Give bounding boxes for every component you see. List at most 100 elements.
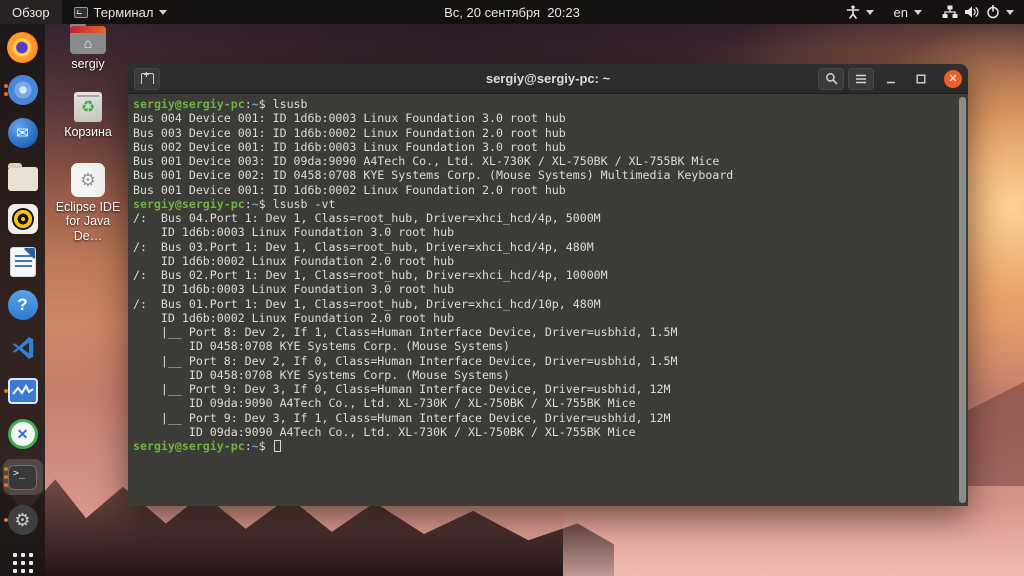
app-menu-button[interactable]: Терминал — [62, 0, 180, 24]
dock-item-settings[interactable]: ⚙ — [3, 502, 43, 538]
chevron-down-icon — [914, 9, 922, 15]
app-menu-label: Терминал — [93, 4, 154, 20]
terminal-line: ID 0458:0708 KYE Systems Corp. (Mouse Sy… — [133, 339, 510, 354]
new-tab-button[interactable] — [134, 67, 160, 90]
language-menu[interactable]: en — [884, 0, 932, 24]
running-indicator — [3, 467, 8, 487]
rhythmbox-icon — [7, 203, 39, 235]
volume-icon — [965, 6, 979, 18]
terminal-line: |__ Port 8: Dev 2, If 1, Class=Human Int… — [133, 325, 678, 339]
app-grid-icon — [7, 547, 39, 576]
dock-item-rhythmbox[interactable] — [3, 201, 43, 237]
terminal-line: Bus 001 Device 003: ID 09da:9090 A4Tech … — [133, 154, 720, 168]
terminal-line: ID 1d6b:0002 Linux Foundation 2.0 root h… — [133, 310, 455, 325]
minimize-icon — [887, 81, 895, 83]
language-label: en — [893, 4, 908, 20]
terminal-line: |__ Port 9: Dev 3, If 0, Class=Human Int… — [133, 382, 671, 396]
terminal-line: /: Bus 01.Port 1: Dev 1, Class=root_hub,… — [133, 296, 601, 311]
terminal-line: Bus 003 Device 001: ID 1d6b:0002 Linux F… — [133, 125, 566, 140]
power-icon — [987, 5, 999, 19]
dock-item-terminal[interactable]: >_ — [2, 459, 43, 495]
dock-item-x-app[interactable]: ✕ — [3, 416, 43, 452]
dock-item-help[interactable]: ? — [3, 287, 43, 323]
trash-icon: ♻ — [74, 92, 102, 122]
network-wired-icon — [942, 5, 958, 18]
activities-label: Обзор — [12, 4, 50, 20]
chevron-down-icon — [1006, 9, 1014, 15]
terminal-line: ID 1d6b:0003 Linux Foundation 3.0 root h… — [133, 225, 455, 240]
scrollbar[interactable] — [959, 97, 966, 503]
terminal-app-icon — [73, 6, 88, 18]
desktop-icon-eclipse[interactable]: ⚙ Eclipse IDE for Java De… — [50, 163, 126, 243]
files-icon — [7, 160, 39, 192]
desktop-icon-label: Корзина — [64, 125, 112, 139]
dock-item-files[interactable] — [3, 158, 43, 194]
running-indicator — [3, 518, 8, 522]
desktop: Обзор Терминал Вс, 20 сентября 20:23 en — [0, 0, 1024, 576]
terminal-line: Bus 001 Device 002: ID 0458:0708 KYE Sys… — [133, 168, 734, 183]
terminal-line: /: Bus 03.Port 1: Dev 1, Class=root_hub,… — [133, 239, 594, 254]
terminal-titlebar[interactable]: sergiy@sergiy-pc: ~ — [128, 64, 968, 94]
firefox-icon — [7, 31, 39, 63]
vscode-icon — [7, 332, 39, 364]
accessibility-menu[interactable] — [836, 0, 884, 24]
terminal-icon: >_ — [7, 461, 39, 493]
thunderbird-icon: ✉ — [7, 117, 39, 149]
terminal-window: sergiy@sergiy-pc: ~ — [128, 64, 968, 506]
maximize-button[interactable] — [908, 68, 934, 90]
terminal-line: ID 0458:0708 KYE Systems Corp. (Mouse Sy… — [133, 367, 510, 382]
gear-icon: ⚙ — [7, 504, 39, 536]
help-icon: ? — [7, 289, 39, 321]
search-icon — [825, 73, 837, 85]
dock-item-app-grid[interactable] — [3, 545, 43, 576]
terminal-line: |__ Port 9: Dev 3, If 1, Class=Human Int… — [133, 410, 671, 425]
dock-item-chromium[interactable] — [3, 72, 43, 108]
terminal-line: ID 09da:9090 A4Tech Co., Ltd. XL-730K / … — [133, 396, 636, 411]
desktop-icon-label: Eclipse IDE for Java De… — [55, 200, 121, 243]
dock-item-firefox[interactable] — [3, 29, 43, 65]
terminal-line: sergiy@sergiy-pc:~$ — [133, 439, 962, 453]
dock-item-libreoffice-writer[interactable] — [3, 244, 43, 280]
search-button[interactable] — [818, 67, 844, 90]
new-tab-icon — [140, 70, 154, 84]
dock-item-thunderbird[interactable]: ✉ — [3, 115, 43, 151]
dock-item-system-monitor[interactable] — [3, 373, 43, 409]
close-button[interactable]: ✕ — [944, 69, 962, 88]
chromium-icon — [7, 74, 39, 106]
terminal-line: Bus 004 Device 001: ID 1d6b:0003 Linux F… — [133, 111, 566, 126]
accessibility-icon — [846, 5, 859, 19]
menu-button[interactable] — [848, 67, 874, 90]
terminal-line: ID 1d6b:0003 Linux Foundation 3.0 root h… — [133, 282, 455, 297]
running-indicator — [3, 84, 8, 96]
home-folder-icon: ⌂ — [70, 23, 106, 54]
dock: ✉? ✕ >_ ⚙ — [0, 24, 45, 576]
terminal-line: ID 1d6b:0002 Linux Foundation 2.0 root h… — [133, 253, 455, 268]
terminal-line: ID 09da:9090 A4Tech Co., Ltd. XL-730K / … — [133, 424, 636, 439]
terminal-line: Bus 001 Device 001: ID 1d6b:0002 Linux F… — [133, 182, 566, 197]
terminal-content[interactable]: sergiy@sergiy-pc:~$ lsusb Bus 004 Device … — [128, 94, 968, 506]
system-monitor-icon — [7, 375, 39, 407]
terminal-line: /: Bus 02.Port 1: Dev 1, Class=root_hub,… — [133, 268, 608, 282]
system-menu[interactable] — [932, 0, 1024, 24]
dock-item-vscode[interactable] — [3, 330, 43, 366]
desktop-icon-home-folder[interactable]: ⌂ sergiy — [50, 23, 126, 71]
desktop-icon-label: sergiy — [71, 57, 105, 71]
minimize-button[interactable] — [878, 68, 904, 90]
writer-icon — [7, 246, 39, 278]
snow-patch — [563, 506, 1024, 576]
running-indicator — [3, 389, 8, 393]
top-bar: Обзор Терминал Вс, 20 сентября 20:23 en — [0, 0, 1024, 24]
chevron-down-icon — [865, 9, 874, 15]
close-icon: ✕ — [948, 73, 958, 85]
terminal-line: Bus 002 Device 001: ID 1d6b:0003 Linux F… — [133, 139, 566, 154]
terminal-line: /: Bus 04.Port 1: Dev 1, Class=root_hub,… — [133, 211, 601, 225]
eclipse-gear-icon: ⚙ — [71, 163, 105, 197]
chevron-down-icon — [159, 9, 168, 15]
terminal-line: sergiy@sergiy-pc:~$ lsusb -vt — [133, 196, 336, 211]
x-app-icon: ✕ — [7, 418, 39, 450]
desktop-icon-trash[interactable]: ♻ Корзина — [50, 92, 126, 139]
activities-button[interactable]: Обзор — [0, 0, 62, 24]
maximize-icon — [916, 74, 926, 83]
terminal-line: |__ Port 8: Dev 2, If 0, Class=Human Int… — [133, 353, 678, 368]
terminal-line: sergiy@sergiy-pc:~$ lsusb — [133, 97, 308, 111]
